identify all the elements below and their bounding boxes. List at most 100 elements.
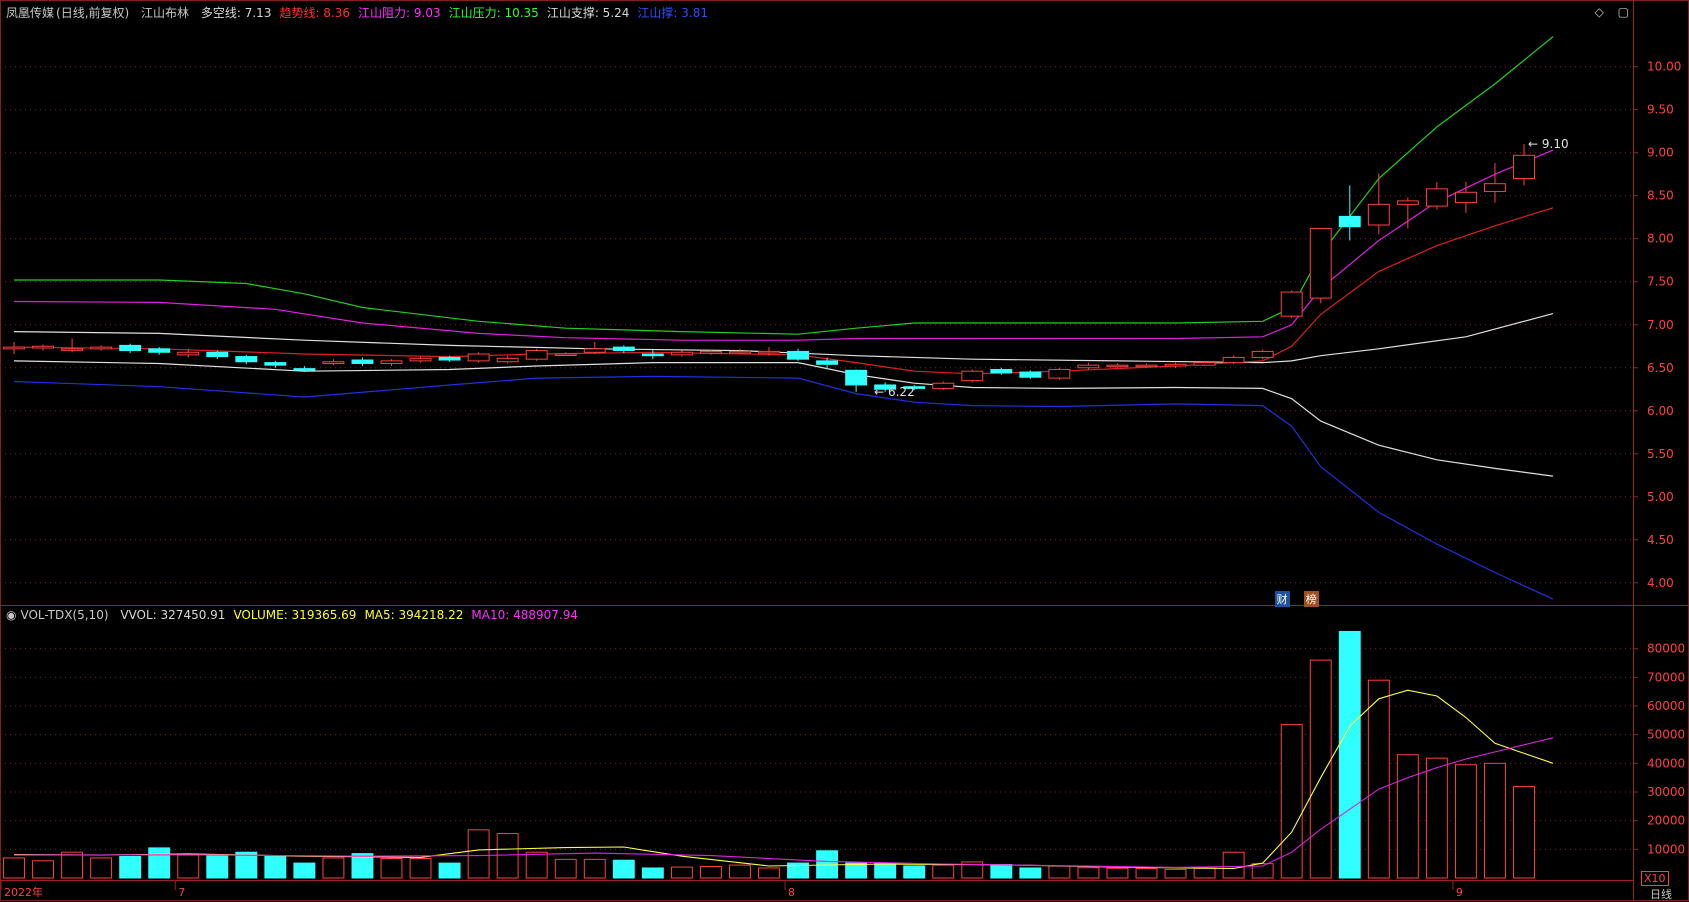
candle-body [438, 356, 461, 361]
volume-bar [1396, 754, 1419, 879]
volume-bar [1484, 762, 1506, 879]
header-item: 江山压力: 10.35 [448, 6, 539, 20]
volume-bar [3, 857, 25, 879]
window-controls: ◇ ▢ [1585, 5, 1629, 19]
volume-bar [1513, 786, 1535, 879]
candle-body [1484, 183, 1506, 192]
restore-window-icon[interactable]: ▢ [1618, 5, 1629, 19]
volume-bar [990, 864, 1013, 879]
volume-bar [903, 865, 926, 879]
line-duokong [13, 313, 1554, 364]
candle-body [293, 368, 316, 371]
candle-body [32, 345, 54, 349]
volume-bar [235, 851, 258, 879]
candle-body [1164, 363, 1187, 367]
volume-bar [1454, 764, 1477, 879]
volume-tick-label: 20000 [1647, 814, 1685, 828]
candle-body [1193, 362, 1216, 366]
volume-bar [932, 864, 955, 879]
price-tick-label: 5.50 [1647, 447, 1674, 461]
vol-header-item: MA5: 394218.22 [364, 608, 464, 622]
candle-body [932, 382, 955, 389]
candle-body [206, 351, 229, 358]
indicator-name[interactable]: 江山布林 [141, 6, 189, 20]
volume-bar [496, 833, 519, 879]
volume-tick-label: 80000 [1647, 642, 1685, 656]
volume-bar [1135, 868, 1158, 879]
period-mode: (日线,前复权) [56, 6, 130, 20]
candle-body [3, 346, 25, 350]
candle-body [758, 350, 780, 354]
candle-body [119, 344, 142, 352]
candle-body [1425, 188, 1448, 207]
volume-tick-label: 60000 [1647, 699, 1685, 713]
date-label: 7 [178, 886, 185, 899]
volume-bar [206, 855, 229, 879]
candle-body [525, 350, 548, 360]
candle-body [670, 351, 693, 356]
candle-body [380, 360, 403, 364]
volume-tick-label: 30000 [1647, 785, 1685, 799]
line-cheng [13, 375, 1554, 600]
candle-body [1309, 227, 1332, 299]
volume-bar [177, 854, 200, 879]
volume-bar [1077, 867, 1100, 879]
candle-body [641, 353, 664, 357]
period-label[interactable]: 日线 [1650, 886, 1672, 902]
vol-header-item: VVOL: 327450.91 [120, 608, 226, 622]
candle-body [1019, 371, 1042, 378]
header-item: 江山支撑: 5.24 [546, 6, 630, 20]
event-badge[interactable]: 财 [1274, 591, 1290, 607]
volume-bar [525, 851, 548, 879]
volume-bar [758, 867, 780, 879]
volume-bar [32, 860, 54, 879]
volume-bar [874, 863, 897, 879]
price-tick-label: 7.50 [1647, 275, 1674, 289]
kline-chart[interactable]: 10.00 9.50 9.00 8.50 8.00 7.50 7.00 6.50 6.00 5.5… [0, 0, 1689, 901]
candle-body [1454, 191, 1477, 204]
candle-body [177, 351, 200, 356]
volume-bar [699, 866, 722, 879]
vol-header-item: MA10: 488907.94 [471, 608, 578, 622]
high-price-label: ← 9.10 [1528, 137, 1569, 151]
price-tick-label: 6.50 [1647, 361, 1674, 375]
volume-bar [670, 866, 693, 879]
volume-bar [119, 856, 142, 879]
candle-body [148, 348, 171, 353]
volume-unit-label: X10 [1641, 871, 1669, 886]
candle-body [1280, 291, 1303, 317]
volume-bars [3, 630, 1535, 879]
price-tick-label: 4.00 [1647, 576, 1674, 590]
volume-bar [1367, 679, 1390, 879]
volume-bar [264, 855, 287, 879]
candle-body [1077, 364, 1100, 369]
volume-bar [293, 862, 316, 879]
candle-body [845, 369, 868, 386]
date-label: 9 [1456, 886, 1463, 899]
indicator-header: 凤凰传媒 (日线,前复权) 江山布林 多空线: 7.13 趋势线: 8.36 江山阻力… [6, 4, 724, 21]
event-badge[interactable]: 榜 [1303, 591, 1319, 607]
volume-bar [641, 867, 664, 879]
price-tick-label: 10.00 [1647, 60, 1681, 74]
volume-bar [1193, 867, 1216, 879]
volume-header: ◉ VOL-TDX(5,10) VVOL: 327450.91 VOLUME: 31… [6, 608, 578, 622]
volume-bar [438, 862, 461, 879]
candle-body [322, 361, 345, 364]
price-tick-label: 6.00 [1647, 404, 1674, 418]
candle-body [1367, 203, 1390, 226]
volume-bar [61, 851, 84, 879]
volume-bar [1309, 659, 1332, 879]
vol-indicator-name[interactable]: VOL-TDX(5,10) [20, 608, 108, 622]
indicator-lines [13, 36, 1554, 600]
volume-bar [409, 858, 432, 879]
stock-name[interactable]: 凤凰传媒 [6, 6, 54, 20]
volume-bar [380, 858, 403, 879]
candle-body [583, 348, 606, 353]
volume-tick-label: 10000 [1647, 842, 1685, 856]
candle-body [961, 370, 984, 382]
volume-bar [90, 857, 113, 879]
candle-body [1222, 356, 1245, 364]
candle-body [1251, 350, 1274, 358]
diamond-icon[interactable]: ◇ [1595, 5, 1604, 19]
date-label: 8 [788, 886, 795, 899]
